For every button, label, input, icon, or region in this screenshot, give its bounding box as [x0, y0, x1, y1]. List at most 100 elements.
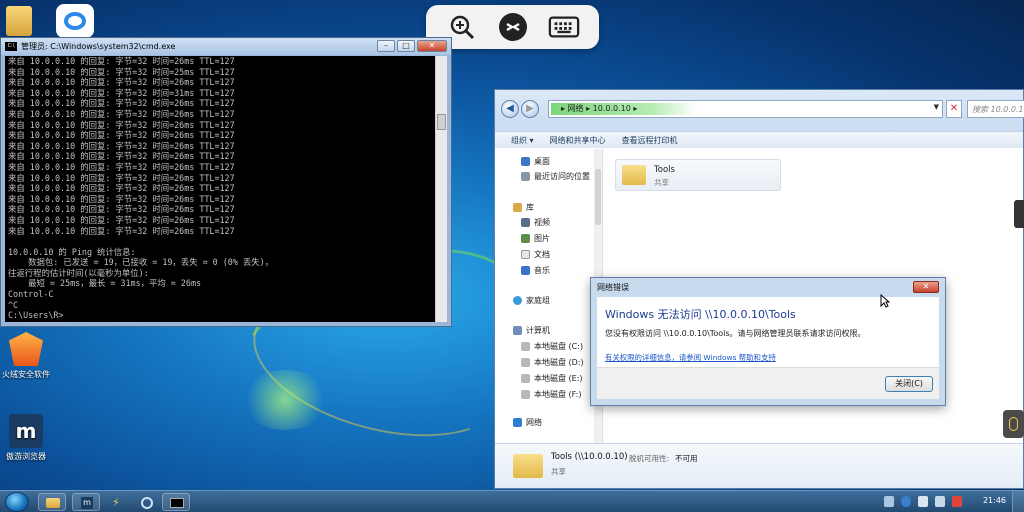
help-icon[interactable] — [901, 496, 911, 507]
address-bar[interactable]: ▸ 网络 ▸ 10.0.0.10 ▸ ▼ — [548, 100, 943, 118]
nav-item-drive-c[interactable]: 本地磁盘 (C:) — [521, 341, 583, 352]
taskbar-button-explorer[interactable] — [38, 493, 66, 511]
nav-item-homegroup[interactable]: 家庭组 — [513, 295, 550, 306]
address-dropdown-icon[interactable]: ▼ — [934, 103, 939, 111]
taskbar-button-maxthon[interactable]: m — [72, 493, 100, 511]
side-panel-handle[interactable] — [1014, 200, 1024, 228]
scrollbar-thumb[interactable] — [437, 114, 446, 130]
volume-icon[interactable] — [935, 496, 945, 507]
mouse-cursor-icon — [880, 294, 890, 308]
cmd-output-line: Control-C — [8, 289, 54, 300]
nav-item-recent[interactable]: 最近访问的位置 — [521, 171, 590, 182]
nav-item-desktop[interactable]: 桌面 — [521, 156, 550, 167]
share-item-tools[interactable]: Tools 共享 — [615, 159, 781, 191]
cmd-output-line: 来自 10.0.0.10 的回复: 字节=32 时间=26ms TTL=127 — [8, 225, 235, 236]
close-dialog-button[interactable]: 关闭(C) — [885, 376, 933, 392]
tray-expand-icon[interactable] — [884, 496, 894, 507]
desktop-icon-user-folder[interactable] — [6, 6, 32, 36]
nav-item-computer[interactable]: 计算机 — [513, 325, 550, 336]
cmd-window[interactable]: C:\ 管理员: C:\Windows\system32\cmd.exe – □… — [0, 37, 452, 327]
breadcrumb-host[interactable]: 10.0.0.10 — [593, 104, 631, 113]
cmd-output-line: 往返行程的估计时间(以毫秒为单位): — [8, 267, 149, 278]
cmd-output-line: 来自 10.0.0.10 的回复: 字节=32 时间=26ms TTL=127 — [8, 140, 235, 151]
maxthon-icon: m — [81, 497, 93, 509]
recent-places-icon — [521, 172, 530, 181]
remote-connect-button[interactable] — [497, 11, 529, 43]
huorong-shield-icon — [9, 332, 43, 366]
network-error-dialog[interactable]: 网络错误 ✕ Windows 无法访问 \\10.0.0.10\Tools 您没… — [590, 277, 946, 406]
cmd-output-line — [8, 236, 435, 247]
close-button[interactable]: ✕ — [417, 40, 447, 52]
taskbar-button-remote[interactable] — [132, 493, 160, 511]
drive-icon — [521, 390, 530, 399]
remote-icon — [141, 497, 153, 509]
homegroup-icon — [513, 296, 522, 305]
wallpaper-glow — [240, 370, 330, 430]
scrollbar-thumb[interactable] — [595, 169, 601, 225]
organize-menu[interactable]: 组织 ▾ — [511, 135, 534, 146]
taskbar-button-app[interactable]: ⚡ — [102, 493, 130, 511]
network-sharing-center-button[interactable]: 网络和共享中心 — [550, 135, 606, 146]
cmd-title: 管理员: C:\Windows\system32\cmd.exe — [21, 42, 176, 51]
flag-icon[interactable] — [952, 496, 962, 507]
nav-item-videos[interactable]: 视频 — [521, 217, 550, 228]
start-button[interactable] — [5, 492, 29, 512]
desktop-icon-label: 火绒安全软件 — [2, 370, 50, 379]
clock[interactable]: 21:46 — [983, 496, 1006, 505]
minimize-button[interactable]: – — [377, 40, 395, 52]
network-tray-icon[interactable] — [918, 496, 928, 507]
stop-refresh-button[interactable]: ✕ — [946, 100, 962, 118]
breadcrumb-network[interactable]: 网络 — [568, 104, 584, 113]
dialog-body: Windows 无法访问 \\10.0.0.10\Tools 您没有权限访问 \… — [597, 297, 939, 399]
nav-item-pictures[interactable]: 图片 — [521, 233, 550, 244]
cmd-output-line: 来自 10.0.0.10 的回复: 字节=32 时间=26ms TTL=127 — [8, 119, 235, 130]
cmd-output-line: C:\Users\R> — [8, 310, 64, 321]
system-tray — [884, 496, 962, 507]
drive-icon — [521, 358, 530, 367]
breadcrumb[interactable]: ▸ 网络 ▸ 10.0.0.10 ▸ — [551, 103, 696, 115]
video-icon — [521, 218, 530, 227]
show-desktop-button[interactable] — [1012, 491, 1024, 512]
cmd-titlebar[interactable]: C:\ 管理员: C:\Windows\system32\cmd.exe – □… — [1, 38, 451, 55]
cmd-output-line: 来自 10.0.0.10 的回复: 字节=32 时间=26ms TTL=127 — [8, 161, 235, 172]
nav-item-documents[interactable]: 文档 — [521, 249, 550, 260]
cmd-output-line: ^C — [8, 299, 19, 310]
cmd-output-line: 来自 10.0.0.10 的回复: 字节=32 时间=26ms TTL=127 — [8, 204, 235, 215]
nav-item-drive-f[interactable]: 本地磁盘 (F:) — [521, 389, 581, 400]
network-icon — [513, 418, 522, 427]
view-remote-printers-button[interactable]: 查看远程打印机 — [622, 135, 678, 146]
nav-item-drive-d[interactable]: 本地磁盘 (D:) — [521, 357, 584, 368]
cmd-output-line: 来自 10.0.0.10 的回复: 字节=32 时间=25ms TTL=127 — [8, 66, 235, 77]
search-input[interactable]: 搜索 10.0.0.10 — [967, 100, 1024, 118]
cmd-app-icon: C:\ — [5, 42, 17, 51]
help-link[interactable]: 有关权限的详细信息，请参阅 Windows 帮助和支持 — [605, 352, 776, 363]
forward-button[interactable]: ▶ — [521, 100, 539, 118]
library-icon — [513, 203, 522, 212]
taskbar-button-cmd[interactable] — [162, 493, 190, 511]
cmd-output-line: 来自 10.0.0.10 的回复: 字节=32 时间=26ms TTL=127 — [8, 56, 235, 66]
nav-item-music[interactable]: 音乐 — [521, 265, 550, 276]
keyboard-button[interactable] — [548, 11, 580, 43]
cmd-output-line: 来自 10.0.0.10 的回复: 字节=32 时间=26ms TTL=127 — [8, 77, 235, 88]
desktop-icon[interactable]: m 傲游浏览器 — [0, 414, 52, 462]
dialog-close-button[interactable]: ✕ — [913, 281, 939, 293]
details-status-label: 脱机可用性: — [629, 454, 670, 463]
nav-item-network[interactable]: 网络 — [513, 417, 542, 428]
nav-item-drive-e[interactable]: 本地磁盘 (E:) — [521, 373, 583, 384]
cmd-output[interactable]: 来自 10.0.0.10 的回复: 字节=32 时间=26ms TTL=127 来… — [5, 56, 435, 322]
desktop-icon[interactable]: 火绒安全软件 — [0, 332, 52, 380]
cmd-output-line: 来自 10.0.0.10 的回复: 字节=32 时间=26ms TTL=127 — [8, 130, 235, 141]
maximize-button[interactable]: □ — [397, 40, 415, 52]
back-button[interactable]: ◀ — [501, 100, 519, 118]
desktop-icon-baidu-netdisk[interactable] — [56, 4, 94, 38]
explorer-icon — [46, 498, 60, 508]
cmd-output-line: 来自 10.0.0.10 的回复: 字节=32 时间=26ms TTL=127 — [8, 193, 235, 204]
side-mouse-button[interactable] — [1003, 410, 1024, 438]
nav-item-libraries[interactable]: 库 — [513, 202, 534, 213]
cmd-output-line: 来自 10.0.0.10 的回复: 字节=32 时间=31ms TTL=127 — [8, 87, 235, 98]
cmd-scrollbar[interactable] — [435, 56, 447, 322]
shared-folder-icon — [622, 165, 646, 185]
drive-icon — [521, 374, 530, 383]
details-name: Tools (\\10.0.0.10) — [551, 452, 628, 462]
cmd-output-line: 最短 = 25ms，最长 = 31ms，平均 = 26ms — [8, 278, 202, 289]
